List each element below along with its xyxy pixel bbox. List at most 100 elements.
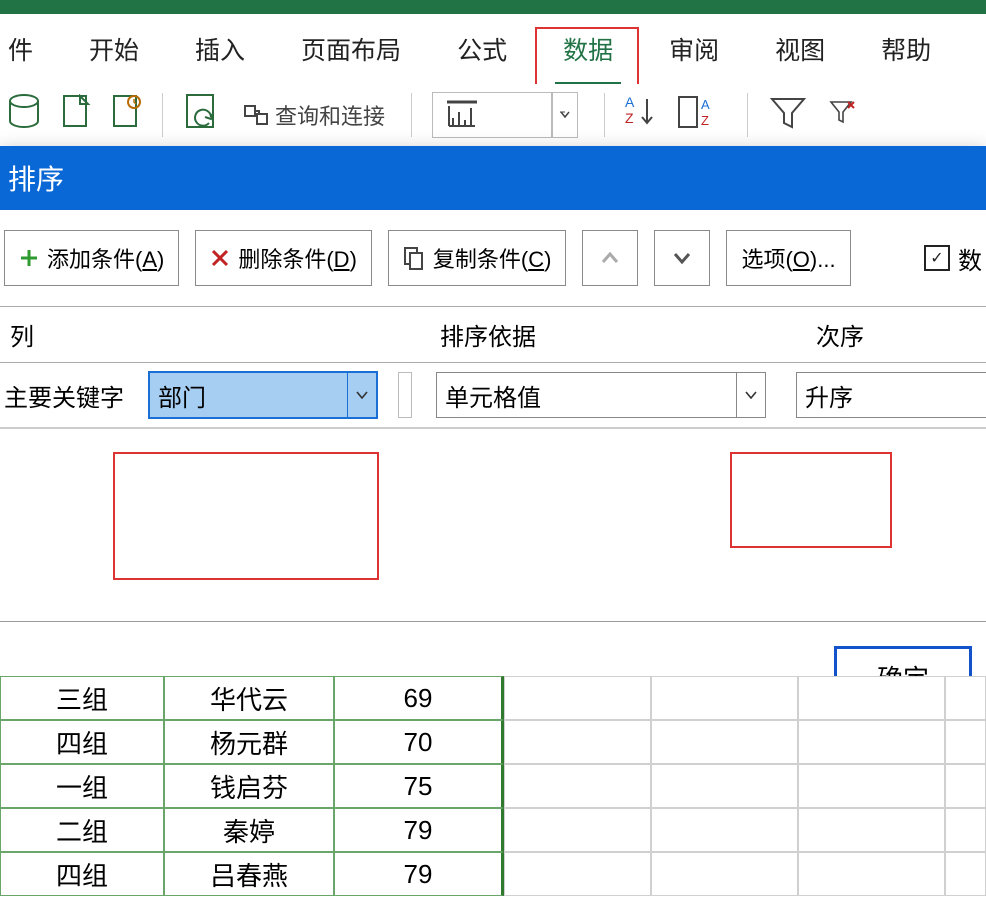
tab-file[interactable]: 件 [0,25,41,73]
cell[interactable] [504,808,651,852]
cell[interactable]: 四组 [0,852,164,896]
chevron-up-icon [601,251,619,265]
tab-view[interactable]: 视图 [767,25,833,73]
svg-text:A: A [701,97,710,112]
sort-column-dropdown[interactable]: 部门 [148,371,378,419]
svg-text:Z: Z [701,113,709,128]
cell[interactable] [651,676,798,720]
primary-key-label: 主要关键字 [0,378,148,413]
add-level-button[interactable]: 添加条件(A) [4,230,179,286]
chevron-down-icon [673,251,691,265]
cell[interactable] [945,852,986,896]
checkbox-icon [924,245,950,271]
tab-review[interactable]: 审阅 [661,25,727,73]
split-handle[interactable] [398,372,412,418]
ribbon-toolbar: 查询和连接 AZ AZ [0,84,986,146]
tab-home[interactable]: 开始 [81,25,147,73]
cell[interactable] [651,764,798,808]
highlight-order-select [730,452,892,548]
table-row[interactable]: 一组 钱启芬 75 [0,764,986,808]
sort-order-value: 升序 [805,378,853,413]
tab-help[interactable]: 帮助 [873,25,939,73]
cell[interactable] [945,676,986,720]
cell[interactable]: 69 [334,676,504,720]
cell[interactable] [798,852,945,896]
move-down-button[interactable] [654,230,710,286]
filter-icon[interactable] [768,93,808,138]
queries-connections-label: 查询和连接 [275,99,385,131]
clear-filter-icon[interactable] [828,98,858,133]
chevron-down-icon [736,373,765,417]
copy-icon [403,246,425,270]
from-text-icon[interactable] [62,94,92,137]
recent-sources-icon[interactable] [112,94,142,137]
cell[interactable]: 吕春燕 [164,852,334,896]
column-header-order: 次序 [806,307,986,362]
cell[interactable]: 79 [334,852,504,896]
datatype-arrow-icon[interactable] [552,92,578,138]
x-icon [210,248,230,268]
move-up-button[interactable] [582,230,638,286]
cell[interactable] [651,852,798,896]
chevron-down-icon [347,373,376,417]
cell[interactable]: 华代云 [164,676,334,720]
cell[interactable]: 79 [334,808,504,852]
stocks-datatype-icon[interactable] [432,92,552,138]
cell[interactable] [504,764,651,808]
sort-on-value: 单元格值 [445,378,541,413]
table-row[interactable]: 三组 华代云 69 [0,676,986,720]
cell[interactable]: 秦婷 [164,808,334,852]
highlight-data-tab [535,27,639,87]
sort-asc-icon[interactable]: AZ [625,93,657,138]
table-row[interactable]: 四组 杨元群 70 [0,720,986,764]
sort-column-value: 部门 [158,378,206,413]
queries-connections-button[interactable]: 查询和连接 [243,99,385,131]
delete-level-button[interactable]: 删除条件(D) [195,230,372,286]
cell[interactable] [651,720,798,764]
cell[interactable]: 二组 [0,808,164,852]
tab-formulas[interactable]: 公式 [449,25,515,73]
quick-access-toolbar [0,0,986,14]
svg-text:A: A [625,94,635,110]
cell[interactable] [798,720,945,764]
copy-level-button[interactable]: 复制条件(C) [388,230,567,286]
column-header-field: 列 [0,307,430,362]
cell[interactable] [651,808,798,852]
sort-dialog-icon[interactable]: AZ [677,93,721,138]
cell[interactable]: 75 [334,764,504,808]
ribbon-tabs: 件 开始 插入 页面布局 公式 数据 审阅 视图 帮助 [0,14,986,85]
dialog-title: 排序 [0,146,986,210]
column-header-sorton: 排序依据 [430,307,806,362]
worksheet[interactable]: 三组 华代云 69 四组 杨元群 70 一组 钱启芬 75 二组 [0,676,986,896]
sort-on-dropdown[interactable]: 单元格值 [436,372,766,418]
get-data-icon[interactable] [6,93,42,138]
sort-dialog: 排序 添加条件(A) 删除条件(D) 复制条件(C) [0,146,986,733]
tab-insert[interactable]: 插入 [187,25,253,73]
cell[interactable] [945,808,986,852]
cell[interactable] [798,764,945,808]
plus-icon [19,248,39,268]
cell[interactable]: 杨元群 [164,720,334,764]
has-headers-checkbox[interactable]: 数 [924,241,982,276]
cell[interactable]: 70 [334,720,504,764]
cell[interactable] [798,676,945,720]
cell[interactable] [945,720,986,764]
cell[interactable]: 钱启芬 [164,764,334,808]
cell[interactable] [945,764,986,808]
cell[interactable] [798,808,945,852]
cell[interactable]: 三组 [0,676,164,720]
cell[interactable] [504,720,651,764]
svg-text:Z: Z [625,110,634,126]
refresh-all-icon[interactable] [183,91,223,140]
cell[interactable]: 一组 [0,764,164,808]
table-row[interactable]: 四组 吕春燕 79 [0,852,986,896]
cell[interactable] [504,852,651,896]
sort-order-dropdown[interactable]: 升序 [796,372,986,418]
table-row[interactable]: 二组 秦婷 79 [0,808,986,852]
cell[interactable] [504,676,651,720]
sort-options-button[interactable]: 选项(O)... [726,230,850,286]
tab-layout[interactable]: 页面布局 [293,25,409,73]
highlight-column-select [113,452,379,580]
has-headers-label: 数 [958,241,982,276]
cell[interactable]: 四组 [0,720,164,764]
